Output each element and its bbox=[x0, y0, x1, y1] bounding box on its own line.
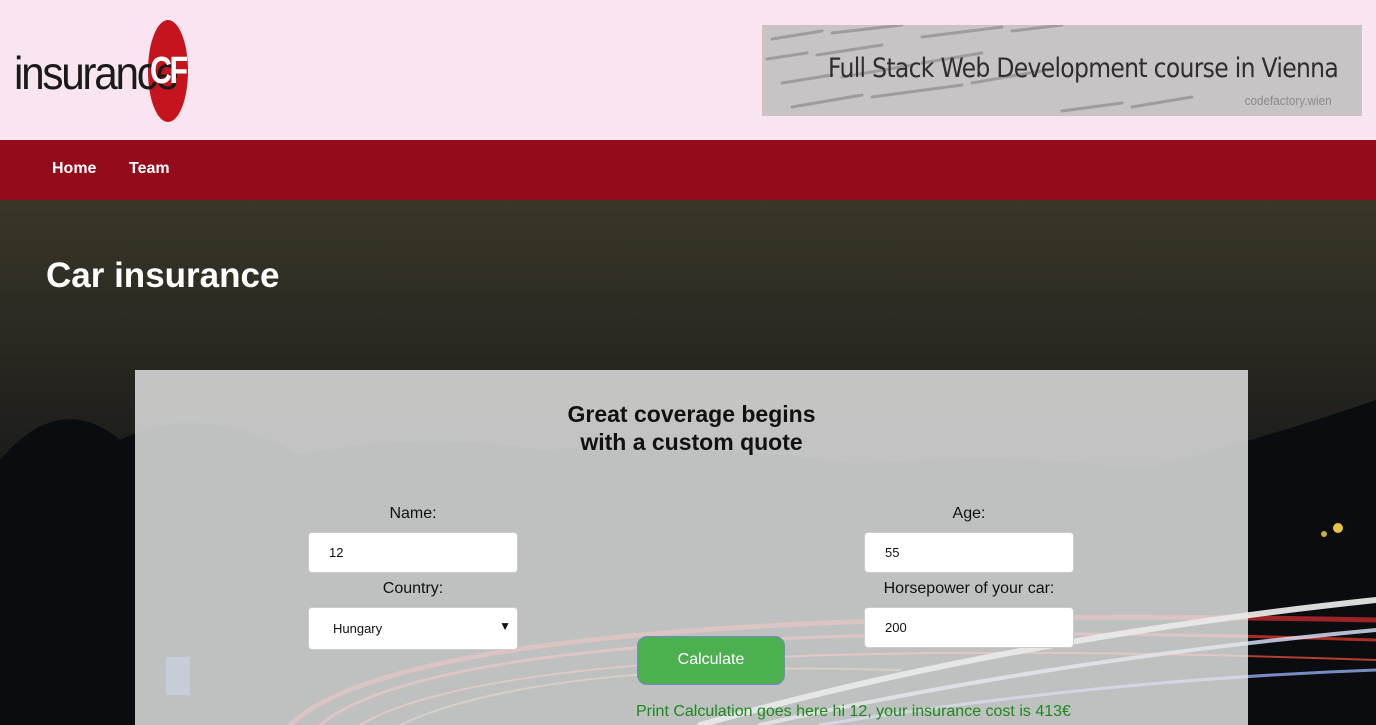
dropdown-arrow-icon: ▼ bbox=[499, 619, 511, 633]
main-navigation: Home Team bbox=[0, 140, 1376, 200]
nav-team-link[interactable]: Team bbox=[129, 160, 170, 178]
country-label: Country: bbox=[382, 580, 444, 597]
form-heading: Great coverage begins with a custom quot… bbox=[135, 400, 1248, 456]
country-select[interactable]: Hungary ▼ bbox=[308, 607, 518, 650]
calculation-result: Print Calculation goes here hi 12, your … bbox=[636, 703, 1071, 720]
logo-badge-text: CF bbox=[150, 50, 188, 92]
banner-title: Full Stack Web Development course in Vie… bbox=[828, 53, 1339, 84]
hero-section: Car insurance Great coverage begins with… bbox=[0, 200, 1376, 725]
insurance-cf-logo[interactable]: insurance CF bbox=[14, 18, 190, 124]
age-label: Age: bbox=[952, 505, 986, 522]
site-header: insurance CF Full Stack Web Development … bbox=[0, 0, 1376, 140]
nav-home-link[interactable]: Home bbox=[52, 160, 96, 178]
calculate-button[interactable]: Calculate bbox=[637, 636, 785, 685]
course-banner[interactable]: Full Stack Web Development course in Vie… bbox=[762, 25, 1362, 116]
banner-subtitle: codefactory.wien bbox=[1245, 93, 1332, 108]
form-heading-line-1: Great coverage begins bbox=[567, 401, 816, 427]
horsepower-input[interactable] bbox=[864, 607, 1074, 648]
quote-form-panel: Great coverage begins with a custom quot… bbox=[135, 370, 1248, 725]
form-heading-line-2: with a custom quote bbox=[580, 429, 803, 455]
age-input[interactable] bbox=[864, 532, 1074, 573]
horsepower-label: Horsepower of your car: bbox=[883, 580, 1055, 597]
country-selected-value: Hungary bbox=[333, 621, 383, 636]
name-label: Name: bbox=[389, 505, 437, 522]
name-input[interactable] bbox=[308, 532, 518, 573]
page-title: Car insurance bbox=[46, 256, 280, 295]
